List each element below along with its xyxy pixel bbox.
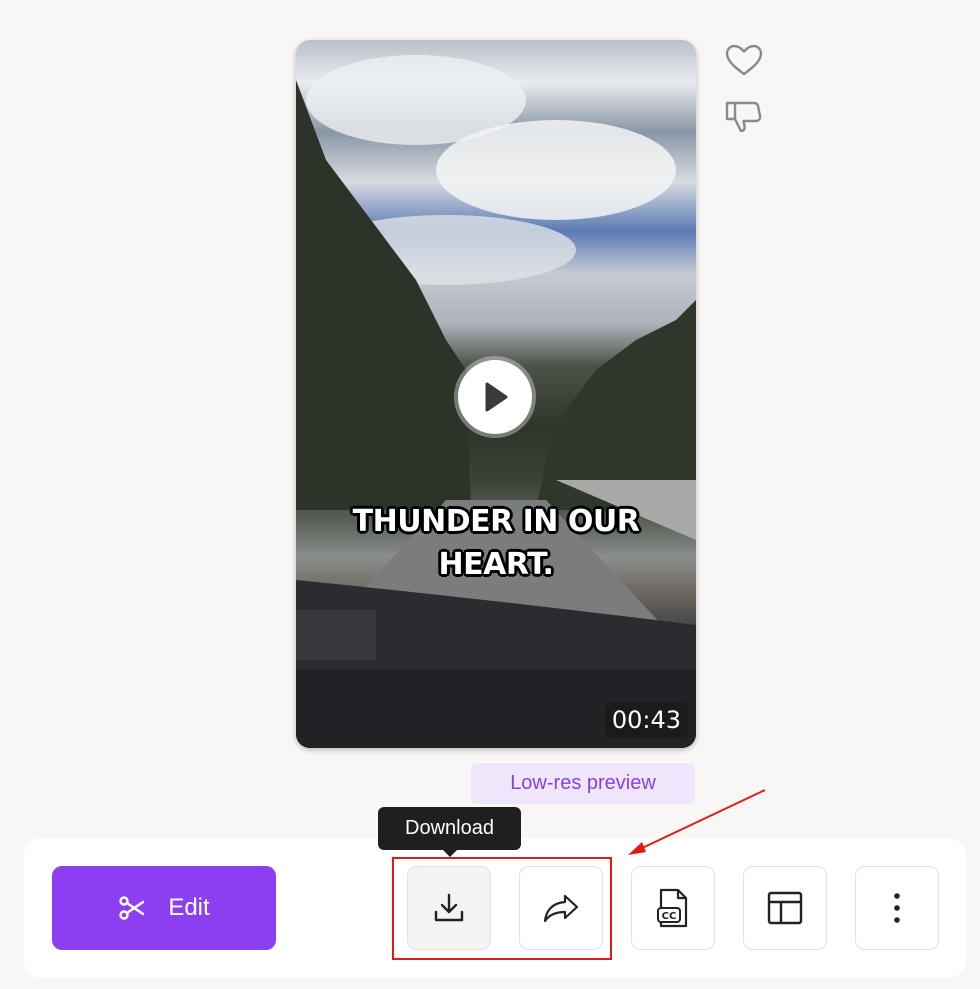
layout-icon (767, 891, 803, 925)
play-button[interactable] (454, 356, 536, 438)
play-icon (485, 382, 508, 412)
video-preview[interactable]: THUNDER IN OUR HEART. 00:43 (296, 40, 696, 748)
captions-button[interactable]: CC (631, 866, 715, 950)
video-caption: THUNDER IN OUR HEART. (352, 504, 640, 582)
edit-button[interactable]: Edit (52, 866, 276, 950)
annotation-highlight-box (392, 857, 612, 960)
like-button[interactable] (723, 40, 765, 82)
annotation-arrow (628, 789, 766, 855)
captions-file-icon: CC (657, 888, 688, 928)
layout-button[interactable] (743, 866, 827, 950)
download-tooltip: Download (378, 807, 521, 857)
heart-icon (725, 44, 763, 76)
scissors-icon (119, 896, 145, 920)
edit-button-label: Edit (168, 894, 210, 921)
thumbs-down-icon (725, 101, 762, 133)
video-duration: 00:43 (604, 702, 688, 738)
more-vertical-icon (894, 893, 900, 923)
svg-text:CC: CC (662, 911, 677, 922)
more-options-button[interactable] (855, 866, 939, 950)
dislike-button[interactable] (723, 97, 765, 139)
play-button-circle (458, 360, 532, 434)
